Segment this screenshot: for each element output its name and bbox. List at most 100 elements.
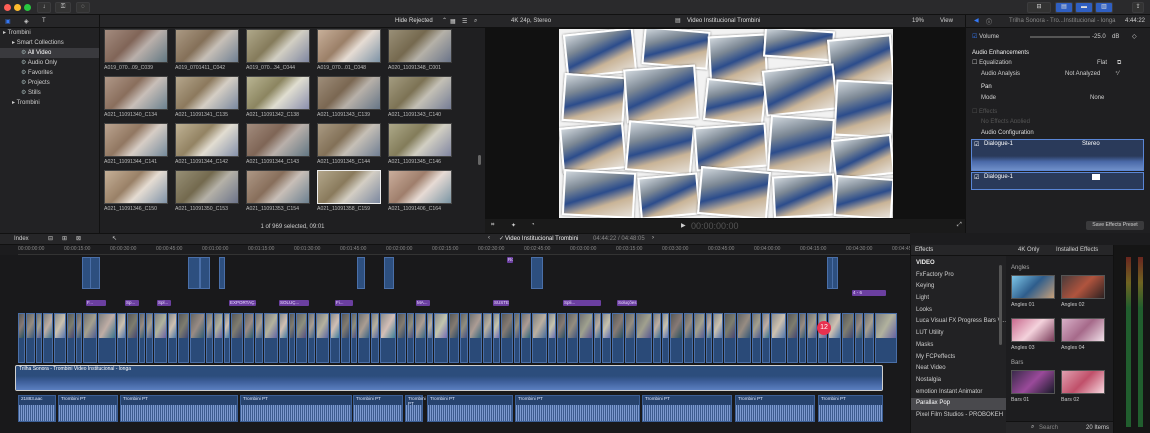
browser-clip[interactable]: A021_11091344_C142 [175, 123, 239, 165]
video-clip[interactable] [612, 313, 624, 363]
video-clip[interactable] [469, 313, 482, 363]
effects-category-item[interactable]: VIDEO [911, 258, 1006, 270]
effects-category-item[interactable]: emotion Instant Animator [911, 387, 1006, 399]
title-clip[interactable]: Spl... [157, 300, 171, 306]
title-clip[interactable]: F... [86, 300, 106, 306]
video-clip[interactable] [807, 313, 817, 363]
video-clip[interactable] [567, 313, 578, 363]
append-clip-icon[interactable]: ⊟ [48, 235, 53, 242]
volume-checkbox[interactable]: ☑ [972, 34, 977, 40]
enhance-tool-icon[interactable]: ✦ [511, 222, 516, 229]
back-icon[interactable]: ‹ [488, 235, 490, 241]
close-window-button[interactable] [4, 4, 11, 11]
browser-scrollbar[interactable] [478, 155, 481, 165]
video-clip[interactable] [684, 313, 693, 363]
clip-thumbnail[interactable] [104, 76, 168, 110]
video-clip[interactable] [296, 313, 307, 363]
project-title[interactable]: Video Institucional Trombini [505, 236, 578, 242]
video-clip[interactable] [358, 313, 370, 363]
video-clip[interactable] [330, 313, 340, 363]
video-clip[interactable] [449, 313, 459, 363]
component-checkbox[interactable]: ☑ [974, 141, 979, 148]
effects-category-item[interactable]: My FCPeffects [911, 352, 1006, 364]
video-clip[interactable] [548, 313, 556, 363]
video-clip[interactable] [670, 313, 683, 363]
connected-clip[interactable] [90, 257, 100, 289]
effects-category-item[interactable]: Looks [911, 305, 1006, 317]
library-item[interactable]: ▸ Trombini [0, 98, 99, 108]
video-clip[interactable] [799, 313, 806, 363]
dialogue-clip[interactable]: Trombini PT [818, 395, 883, 422]
browser-clip[interactable]: A021_11091342_C138 [246, 76, 310, 118]
keyframe-icon[interactable]: ◇ [1132, 32, 1137, 42]
title-clip[interactable]: Ro... [507, 257, 513, 263]
video-clip[interactable] [434, 313, 448, 363]
effect-tile-bars-01[interactable] [1011, 370, 1055, 394]
library-item[interactable]: ▸ Trombini [0, 28, 99, 38]
dialogue-clip[interactable]: Trombini PT [240, 395, 352, 422]
effects-category-item[interactable]: Light [911, 293, 1006, 305]
video-clip[interactable] [483, 313, 492, 363]
video-clip[interactable] [214, 313, 223, 363]
video-clip[interactable] [579, 313, 593, 363]
title-clip[interactable]: EXPORTAÇ... [229, 300, 256, 306]
effects-category-item[interactable]: Keying [911, 281, 1006, 293]
clip-thumbnail[interactable] [104, 29, 168, 63]
video-clip[interactable] [83, 313, 97, 363]
video-clip[interactable] [532, 313, 547, 363]
photos-tab-icon[interactable]: ◈ [24, 18, 29, 25]
video-clip[interactable] [308, 313, 315, 363]
dialogue-clip[interactable]: Trombini PT [353, 395, 403, 422]
video-clip[interactable] [341, 313, 350, 363]
dialogue-clip[interactable]: Trombini PT [642, 395, 732, 422]
video-clip[interactable] [493, 313, 500, 363]
video-clip[interactable] [76, 313, 82, 363]
speed-tool-icon[interactable]: ◔ [531, 222, 535, 228]
clip-thumbnail[interactable] [388, 76, 452, 110]
video-clip[interactable] [864, 313, 874, 363]
video-clip[interactable] [842, 313, 854, 363]
library-item[interactable]: ⚙ Projects [0, 78, 99, 88]
effects-search-input[interactable]: Search [1039, 425, 1058, 431]
clip-thumbnail[interactable] [388, 123, 452, 157]
minimize-window-button[interactable] [14, 4, 21, 11]
effect-tile-bars-02[interactable] [1061, 370, 1105, 394]
show-timeline-button[interactable]: ▬ [1075, 2, 1093, 13]
timeline-ruler[interactable]: 00:00:00:00 00:00:15:00 00:00:30:00 00:00:4… [18, 245, 918, 255]
video-clip[interactable] [771, 313, 786, 363]
equalization-menu[interactable]: Flat [1097, 58, 1107, 68]
show-browser-button[interactable]: ▤ [1055, 2, 1073, 13]
workspace-button[interactable]: ⊟ [1027, 2, 1051, 13]
dialogue-clip[interactable]: Trombini PT [120, 395, 238, 422]
show-inspector-button[interactable]: ▥ [1095, 2, 1113, 13]
volume-value[interactable]: -25.0 [1092, 32, 1106, 42]
connected-clip[interactable] [357, 257, 365, 289]
video-clip[interactable] [694, 313, 705, 363]
video-clip[interactable] [557, 313, 566, 363]
effect-tile-angles-04[interactable] [1061, 318, 1105, 342]
clip-thumbnail[interactable] [317, 123, 381, 157]
clip-thumbnail[interactable] [175, 123, 239, 157]
video-clip[interactable] [521, 313, 531, 363]
clip-thumbnail[interactable] [246, 29, 310, 63]
effects-category-item[interactable]: Neat Video [911, 363, 1006, 375]
dialogue-clip[interactable]: 21883.aac [18, 395, 56, 422]
browser-clip[interactable]: A019_070...34_C044 [246, 29, 310, 71]
component-checkbox[interactable]: ☑ [974, 174, 979, 181]
title-clip[interactable]: SUSTENTABIL... [493, 300, 509, 306]
insert-clip-icon[interactable]: ⊞ [62, 235, 67, 242]
library-item[interactable]: ⚙ Stills [0, 88, 99, 98]
clip-thumbnail[interactable] [104, 123, 168, 157]
video-clip[interactable] [724, 313, 736, 363]
browser-clip[interactable]: A021_11091350_C153 [175, 170, 239, 212]
video-clip[interactable] [43, 313, 53, 363]
video-clip[interactable] [98, 313, 116, 363]
volume-slider[interactable] [1030, 36, 1090, 38]
info-tab-icon[interactable]: ⓘ [986, 17, 992, 26]
clip-thumbnail[interactable] [104, 170, 168, 204]
video-clip[interactable] [762, 313, 770, 363]
audio-component-1[interactable]: ☑ Dialogue-1 Stereo [971, 139, 1144, 171]
browser-clip[interactable]: A019_070...09_C039 [104, 29, 168, 71]
video-clip[interactable] [244, 313, 254, 363]
browser-clip[interactable]: A019_070...01_C048 [317, 29, 381, 71]
